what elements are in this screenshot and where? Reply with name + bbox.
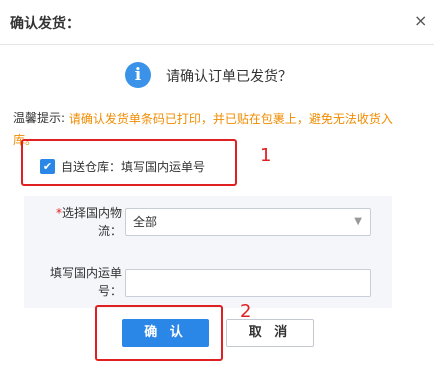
cancel-button[interactable]: 取 消 [226,319,314,347]
annotation-box-1 [21,139,237,186]
annotation-box-2 [95,305,223,361]
close-icon[interactable]: × [414,12,427,30]
logistics-label: *选择国内物流： [42,204,122,240]
annotation-marker-2: 2 [240,301,252,322]
dialog-title: 确认发货： [10,16,80,32]
logistics-label-text: 选择国内物流： [61,206,122,238]
info-icon: i [125,62,151,88]
chevron-down-icon: ▼ [354,216,362,227]
logistics-select-value: 全部 [133,215,158,229]
dialog-titlebar: 确认发货： × [0,0,434,45]
confirm-shipment-dialog: 确认发货： × i 请确认订单已发货？ 温馨提示: 温馨提示: 请确认发货单条码… [0,0,434,375]
logistics-select[interactable]: 全部 ▼ [125,208,371,236]
tracking-label: 填写国内运单号： [49,266,122,298]
confirm-message: 请确认订单已发货？ [166,69,292,85]
tracking-number-input[interactable] [125,269,371,297]
annotation-marker-1: 1 [260,145,272,166]
